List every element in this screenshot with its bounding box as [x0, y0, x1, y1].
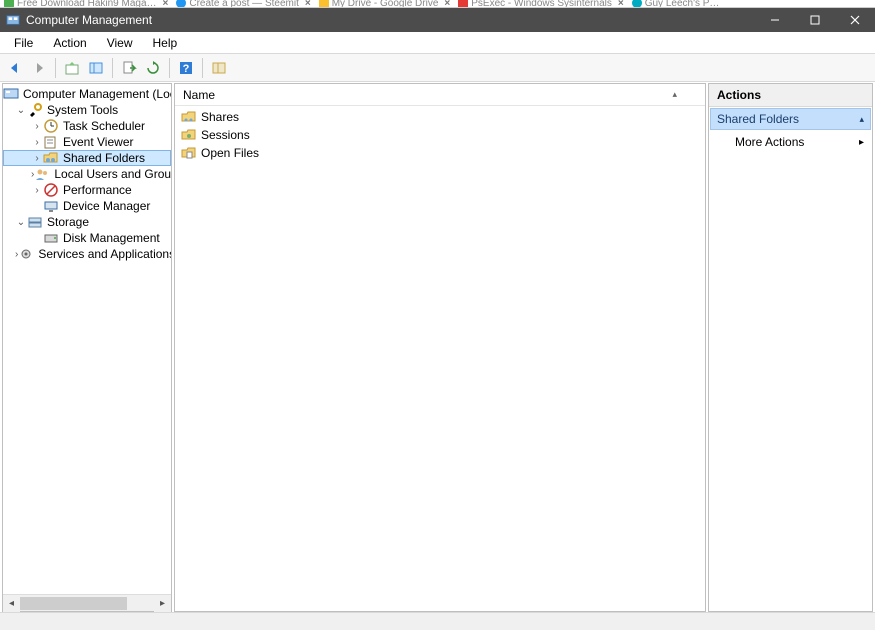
list-item-sessions[interactable]: Sessions: [179, 126, 701, 144]
tree-pane: Computer Management (Local ⌄ System Tool…: [2, 83, 172, 612]
tree-task-scheduler[interactable]: › Task Scheduler: [3, 118, 171, 134]
list-item-shares[interactable]: Shares: [179, 108, 701, 126]
storage-icon: [27, 214, 43, 230]
tree-label: Device Manager: [61, 199, 152, 213]
column-name: Name: [183, 88, 215, 102]
actions-pane: Actions Shared Folders ▴ More Actions ▸: [708, 83, 873, 612]
device-icon: [43, 198, 59, 214]
actions-section-shared-folders[interactable]: Shared Folders ▴: [710, 108, 871, 130]
menu-action[interactable]: Action: [43, 34, 96, 52]
scroll-thumb[interactable]: [20, 597, 127, 610]
svg-text:?: ?: [183, 63, 190, 75]
tree-device-manager[interactable]: Device Manager: [3, 198, 171, 214]
toolbar-separator: [112, 58, 113, 78]
open-files-icon: [181, 145, 197, 161]
tree-event-viewer[interactable]: › Event Viewer: [3, 134, 171, 150]
list-item-open-files[interactable]: Open Files: [179, 144, 701, 162]
refresh-button[interactable]: [142, 57, 164, 79]
tree-label: Local Users and Groups: [52, 167, 171, 181]
tree-storage[interactable]: ⌄ Storage: [3, 214, 171, 230]
scroll-left-button[interactable]: ◂: [3, 595, 20, 612]
titlebar: Computer Management: [0, 8, 875, 32]
users-icon: [34, 166, 50, 182]
tree-label: System Tools: [45, 103, 120, 117]
tree-label: Computer Management (Local: [21, 87, 171, 101]
clock-icon: [43, 118, 59, 134]
list-item-label: Open Files: [201, 146, 259, 160]
actions-header: Actions: [709, 84, 872, 107]
expander-icon[interactable]: ›: [31, 121, 43, 132]
action-label: More Actions: [735, 135, 804, 149]
submenu-arrow-icon: ▸: [859, 137, 864, 148]
expander-icon[interactable]: ›: [31, 185, 43, 196]
tree-horizontal-scrollbar[interactable]: ◂ ▸: [3, 594, 171, 611]
event-icon: [43, 134, 59, 150]
list-column-header[interactable]: Name ▴: [175, 84, 705, 106]
tree-shared-folders[interactable]: › Shared Folders: [3, 150, 171, 166]
tree-disk-management[interactable]: Disk Management: [3, 230, 171, 246]
computer-icon: [3, 86, 19, 102]
toolbar-separator: [202, 58, 203, 78]
tree-label: Shared Folders: [61, 151, 147, 165]
main-content: Computer Management (Local ⌄ System Tool…: [0, 82, 875, 612]
sort-indicator-icon: ▴: [672, 89, 697, 100]
sessions-icon: [181, 127, 197, 143]
expander-icon[interactable]: ⌄: [15, 105, 27, 116]
shared-folder-icon: [181, 109, 197, 125]
tree-local-users[interactable]: › Local Users and Groups: [3, 166, 171, 182]
window-title: Computer Management: [26, 13, 755, 27]
tree-label: Disk Management: [61, 231, 162, 245]
list-pane: Name ▴ Shares Sessions Open Files: [174, 83, 706, 612]
tree-performance[interactable]: › Performance: [3, 182, 171, 198]
tree-label: Performance: [61, 183, 134, 197]
expander-icon[interactable]: ›: [31, 137, 43, 148]
close-button[interactable]: [835, 8, 875, 32]
tree-root[interactable]: Computer Management (Local: [3, 86, 171, 102]
help-button[interactable]: ?: [175, 57, 197, 79]
menu-view[interactable]: View: [97, 34, 143, 52]
actions-section-label: Shared Folders: [717, 112, 799, 126]
tree-label: Storage: [45, 215, 91, 229]
browser-tab-strip: Free Download Hakin9 Maga…× Create a pos…: [0, 0, 875, 8]
list-item-label: Sessions: [201, 128, 250, 142]
show-hide-tree-button[interactable]: [85, 57, 107, 79]
tree-services-apps[interactable]: › Services and Applications: [3, 246, 171, 262]
menu-file[interactable]: File: [4, 34, 43, 52]
scroll-right-button[interactable]: ▸: [154, 595, 171, 612]
toolbar: ?: [0, 54, 875, 82]
tree-system-tools[interactable]: ⌄ System Tools: [3, 102, 171, 118]
forward-button[interactable]: [28, 57, 50, 79]
app-icon: [6, 13, 20, 27]
performance-icon: [43, 182, 59, 198]
tree-label: Services and Applications: [36, 247, 171, 261]
tools-icon: [27, 102, 43, 118]
menu-help[interactable]: Help: [143, 34, 188, 52]
toolbar-separator: [55, 58, 56, 78]
tree-label: Task Scheduler: [61, 119, 147, 133]
maximize-button[interactable]: [795, 8, 835, 32]
tree-label: Event Viewer: [61, 135, 135, 149]
properties-button[interactable]: [208, 57, 230, 79]
expander-icon[interactable]: ›: [31, 153, 43, 164]
back-button[interactable]: [4, 57, 26, 79]
minimize-button[interactable]: [755, 8, 795, 32]
collapse-icon[interactable]: ▴: [859, 114, 864, 125]
export-button[interactable]: [118, 57, 140, 79]
action-more-actions[interactable]: More Actions ▸: [709, 131, 872, 153]
expander-icon[interactable]: ⌄: [15, 217, 27, 228]
up-button[interactable]: [61, 57, 83, 79]
disk-icon: [43, 230, 59, 246]
toolbar-separator: [169, 58, 170, 78]
statusbar: [0, 612, 875, 630]
shared-folder-icon: [43, 150, 59, 166]
list-item-label: Shares: [201, 110, 239, 124]
services-icon: [18, 246, 34, 262]
menubar: File Action View Help: [0, 32, 875, 54]
